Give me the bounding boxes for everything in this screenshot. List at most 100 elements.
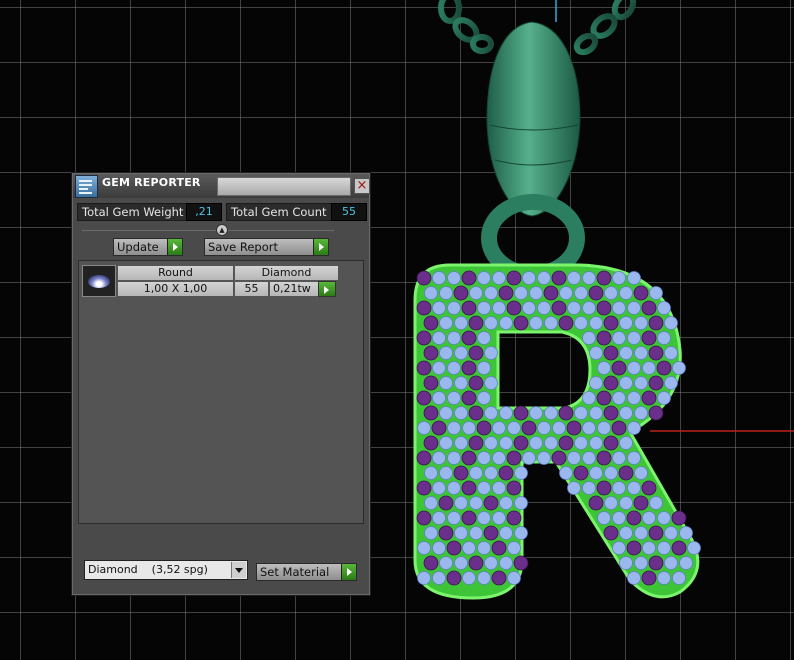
gem-stone — [513, 405, 529, 421]
gem-stone — [439, 346, 453, 360]
gem-stone — [432, 361, 446, 375]
gem-stone — [603, 345, 619, 361]
gem-stone — [491, 570, 507, 586]
gem-stone — [424, 526, 438, 540]
gem-stone — [633, 495, 649, 511]
gem-stone — [634, 376, 648, 390]
gem-stone — [522, 271, 536, 285]
gem-stone — [634, 556, 648, 570]
gem-stone — [484, 316, 498, 330]
gem-stone — [649, 286, 663, 300]
gem-stone — [513, 315, 529, 331]
gem-stone — [611, 420, 627, 436]
gem-stone — [559, 286, 573, 300]
gem-stone — [648, 345, 664, 361]
gem-stone — [544, 406, 558, 420]
gem-stone — [679, 556, 693, 570]
gem-stone — [664, 376, 678, 390]
update-button[interactable]: Update — [113, 238, 183, 256]
set-material-button[interactable]: Set Material — [256, 563, 357, 581]
gem-stone — [582, 271, 596, 285]
gem-stone — [664, 346, 678, 360]
gem-stone — [506, 300, 522, 316]
gem-stone — [417, 421, 431, 435]
gem-stone — [618, 465, 634, 481]
gem-stone — [612, 511, 626, 525]
gem-stone — [416, 360, 432, 376]
gem-stone — [477, 271, 491, 285]
gem-stone — [439, 316, 453, 330]
gem-stone — [567, 451, 581, 465]
gem-stone — [432, 571, 446, 585]
gem-stone — [461, 450, 477, 466]
gem-stone — [543, 285, 559, 301]
gem-stone — [567, 481, 581, 495]
gem-stone — [529, 406, 543, 420]
close-icon[interactable]: × — [354, 178, 370, 194]
gem-stone — [446, 540, 462, 556]
gem-stone — [551, 270, 567, 286]
gem-stone — [641, 330, 657, 346]
gem-stone — [468, 315, 484, 331]
gem-stone — [603, 525, 619, 541]
gem-stone — [619, 346, 633, 360]
gem-stone — [506, 270, 522, 286]
gem-stone — [484, 376, 498, 390]
gem-stone — [461, 330, 477, 346]
gem-stone — [507, 571, 521, 585]
gem-stone — [641, 390, 657, 406]
gem-reporter-dialog: GEM REPORTER × Total Gem Weight ,21 Tota… — [71, 172, 371, 596]
gem-stone — [537, 451, 551, 465]
gem-stone — [648, 375, 664, 391]
gem-stone — [469, 526, 483, 540]
gem-stone — [612, 391, 626, 405]
gem-stone — [432, 391, 446, 405]
save-report-button-label: Save Report — [208, 240, 279, 254]
gem-stone — [596, 270, 612, 286]
gem-stone — [454, 496, 468, 510]
gem-stone — [477, 301, 491, 315]
gem-stone — [567, 301, 581, 315]
gem-stone — [522, 451, 536, 465]
gem-stone — [514, 466, 528, 480]
gem-stone — [619, 316, 633, 330]
gem-stone — [634, 526, 648, 540]
window-title: GEM REPORTER — [102, 176, 201, 189]
material-select[interactable]: Diamond (3,52 spg) — [84, 560, 248, 580]
gem-stone — [432, 481, 446, 495]
gem-stone — [423, 345, 439, 361]
splitter-handle-icon[interactable]: ▲ — [216, 224, 228, 236]
gem-stone — [619, 406, 633, 420]
chevron-down-icon[interactable] — [231, 562, 246, 578]
gem-stone — [657, 511, 671, 525]
gem-stone — [447, 331, 461, 345]
gem-stone — [648, 525, 664, 541]
gem-stone — [492, 481, 506, 495]
gem-stone — [514, 286, 528, 300]
gem-stone — [468, 555, 484, 571]
gem-stone — [634, 406, 648, 420]
gem-stone — [483, 525, 499, 541]
gem-stone — [424, 496, 438, 510]
title-bar[interactable]: GEM REPORTER × — [73, 174, 370, 198]
gem-stone — [597, 511, 611, 525]
gem-row-action-button[interactable] — [318, 281, 336, 297]
save-report-button[interactable]: Save Report — [204, 238, 329, 256]
gem-stone — [589, 376, 603, 390]
gem-stone — [491, 540, 507, 556]
gem-stone — [588, 285, 604, 301]
gem-stone — [468, 405, 484, 421]
gem-stone — [522, 301, 536, 315]
gem-stone — [454, 436, 468, 450]
gem-stone — [454, 526, 468, 540]
gem-stone — [447, 421, 461, 435]
gem-stone — [664, 526, 678, 540]
gem-stone — [446, 570, 462, 586]
gem-stone — [417, 541, 431, 555]
gem-stone — [626, 510, 642, 526]
gem-list[interactable]: Round Diamond 1,00 X 1,00 55 0,21tw — [78, 260, 364, 524]
gem-stone — [558, 435, 574, 451]
gem-stone — [417, 571, 431, 585]
gem-stone — [649, 496, 663, 510]
gem-stone — [657, 571, 671, 585]
